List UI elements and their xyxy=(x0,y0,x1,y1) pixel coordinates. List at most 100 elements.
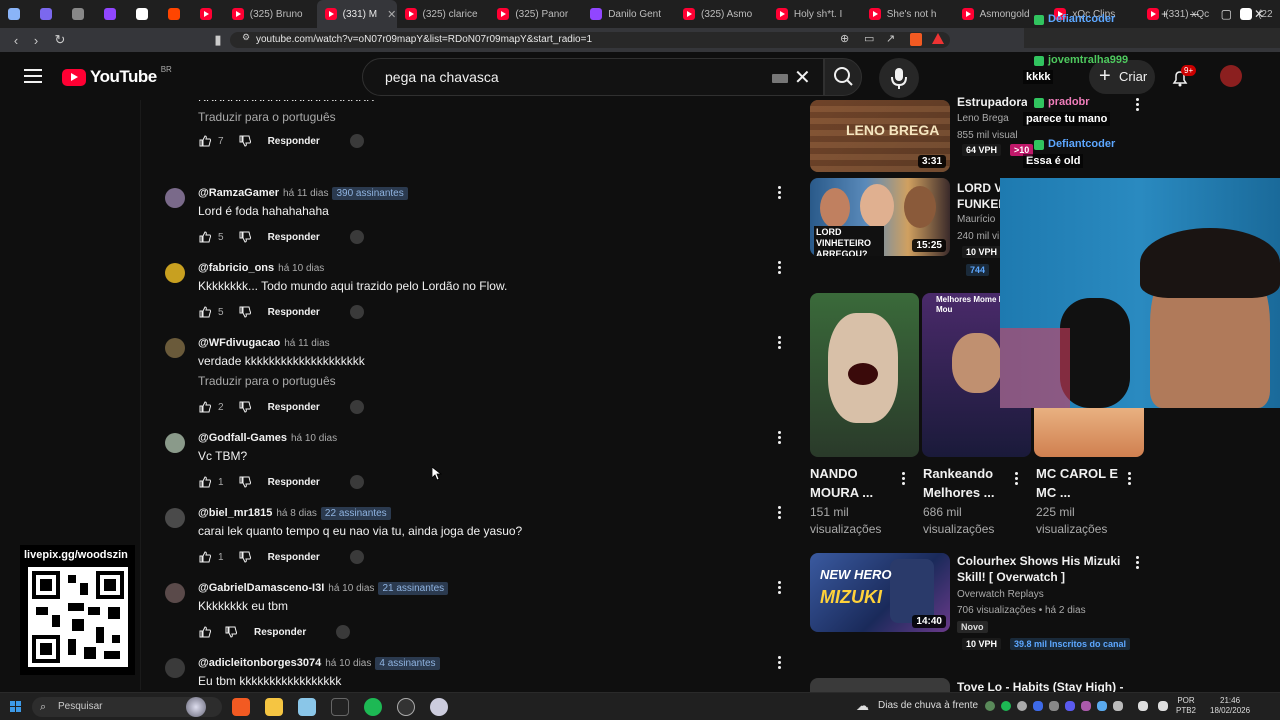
dislike-icon[interactable] xyxy=(238,305,252,319)
tray-icon[interactable] xyxy=(1097,701,1107,711)
windows-start-icon[interactable] xyxy=(10,701,22,713)
comment-author[interactable]: @fabricio_ons xyxy=(198,262,274,274)
zoom-icon[interactable]: ⊕ xyxy=(840,32,849,45)
comment-avatar[interactable] xyxy=(165,508,185,528)
comment-date[interactable]: há 10 dias xyxy=(325,658,371,669)
comment-avatar[interactable] xyxy=(165,263,185,283)
comment-author[interactable]: @RamzaGamer xyxy=(198,187,279,199)
browser-tab[interactable]: Asmongold xyxy=(954,0,1047,28)
video-thumbnail-4[interactable] xyxy=(810,678,950,692)
browser-tab[interactable]: She's not h xyxy=(861,0,954,28)
weather-text[interactable]: Dias de chuva à frente xyxy=(878,700,978,711)
comment-date[interactable]: há 8 dias xyxy=(276,508,317,519)
keyboard-icon[interactable] xyxy=(772,74,788,83)
cast-icon[interactable]: ▭ xyxy=(864,32,874,45)
browser-tab[interactable] xyxy=(0,0,32,28)
comment-author[interactable]: @Godfall-Games xyxy=(198,432,287,444)
share-icon[interactable]: ↗ xyxy=(886,32,895,45)
brave-rewards-icon[interactable] xyxy=(932,33,944,44)
tab-close-icon[interactable]: ✕ xyxy=(387,8,396,21)
comment-avatar[interactable] xyxy=(165,658,185,678)
reply-button[interactable]: Responder xyxy=(268,552,320,563)
bookmark-icon[interactable]: ▮ xyxy=(208,32,228,48)
brave-shield-icon[interactable] xyxy=(910,33,922,46)
short-menu-icon[interactable] xyxy=(1128,472,1132,486)
terminal-icon[interactable] xyxy=(331,698,349,716)
video-title[interactable]: Colourhex Shows His Mizuki Skill! [ Over… xyxy=(957,553,1129,585)
comment-menu-icon[interactable] xyxy=(778,656,782,670)
dislike-icon[interactable] xyxy=(238,400,252,414)
clock[interactable]: 21:46 18/02/2026 xyxy=(1210,696,1250,716)
search-highlight-icon[interactable] xyxy=(186,697,206,717)
short-title[interactable]: NANDO MOURA ... xyxy=(810,464,900,502)
video-channel[interactable]: Overwatch Replays xyxy=(957,587,1044,603)
app-icon-2[interactable] xyxy=(430,698,448,716)
comment-menu-icon[interactable] xyxy=(778,506,782,520)
comment-author[interactable]: @biel_mr1815 xyxy=(198,507,272,519)
video-menu-icon[interactable] xyxy=(1136,98,1140,112)
comment-avatar[interactable] xyxy=(165,583,185,603)
comment-author[interactable]: @WFdivugacao xyxy=(198,337,280,349)
dislike-icon[interactable] xyxy=(238,134,252,148)
tray-icon[interactable] xyxy=(1081,701,1091,711)
tray-icon[interactable] xyxy=(1049,701,1059,711)
minimize-button[interactable]: ─ xyxy=(1190,7,1199,21)
browser-tab[interactable] xyxy=(32,0,64,28)
comment-date[interactable]: há 11 dias xyxy=(283,188,328,199)
comment-author[interactable]: @GabrielDamasceno-I3I xyxy=(198,582,324,594)
browser-tab[interactable]: (325) Bruno xyxy=(224,0,317,28)
tray-icon[interactable] xyxy=(1001,701,1011,711)
dislike-icon[interactable] xyxy=(238,230,252,244)
language-indicator[interactable]: POR PTB2 xyxy=(1176,696,1196,716)
browser-tab[interactable]: (331) M ✕ xyxy=(316,0,397,28)
comment-menu-icon[interactable] xyxy=(778,581,782,595)
like-icon[interactable] xyxy=(198,230,212,244)
tray-icon[interactable] xyxy=(985,701,995,711)
comment-avatar[interactable] xyxy=(165,338,185,358)
tray-icon[interactable] xyxy=(1113,701,1123,711)
video-title[interactable]: Estrupadora xyxy=(957,94,1027,110)
like-icon[interactable] xyxy=(198,625,212,639)
voice-search-button[interactable] xyxy=(879,58,919,98)
comment-menu-icon[interactable] xyxy=(778,186,782,200)
comment-menu-icon[interactable] xyxy=(778,431,782,445)
close-window-button[interactable]: ✕ xyxy=(1254,7,1264,21)
reply-button[interactable]: Responder xyxy=(268,232,320,243)
reply-button[interactable]: Responder xyxy=(254,627,306,638)
browser-tab[interactable] xyxy=(160,0,192,28)
video-channel[interactable]: Leno Brega xyxy=(957,111,1009,127)
tray-icon[interactable] xyxy=(1017,701,1027,711)
browser-tab[interactable] xyxy=(128,0,160,28)
menu-icon[interactable] xyxy=(24,69,42,83)
video-title[interactable]: LORD VI FUNKEIR xyxy=(957,180,1001,212)
youtube-logo[interactable]: YouTube BR xyxy=(62,65,172,87)
site-info-icon[interactable]: ⚙ xyxy=(236,32,256,43)
video-thumbnail-2[interactable]: LORD VINHETEIRO ARREGOU? 15:25 xyxy=(810,178,950,256)
clear-search-icon[interactable]: ✕ xyxy=(794,65,811,90)
account-avatar[interactable] xyxy=(1220,65,1242,87)
browser-tab[interactable] xyxy=(64,0,96,28)
dislike-icon[interactable] xyxy=(238,475,252,489)
reply-button[interactable]: Responder xyxy=(268,477,320,488)
browser-tab[interactable]: Holy sh*t. I xyxy=(768,0,861,28)
wifi-icon[interactable] xyxy=(1138,701,1148,711)
comment-date[interactable]: há 11 dias xyxy=(284,338,329,349)
short-thumbnail-1[interactable] xyxy=(810,293,919,457)
spotify-icon[interactable] xyxy=(364,698,382,716)
browser-tab[interactable]: (325) clarice xyxy=(397,0,490,28)
forward-icon[interactable]: › xyxy=(26,33,46,48)
obs-icon[interactable] xyxy=(397,698,415,716)
like-icon[interactable] xyxy=(198,400,212,414)
like-icon[interactable] xyxy=(198,134,212,148)
comment-menu-icon[interactable] xyxy=(778,261,782,275)
translate-link[interactable]: Traduzir para o português xyxy=(198,110,336,124)
comment-author[interactable]: @adicleitonborges3074 xyxy=(198,657,321,669)
like-icon[interactable] xyxy=(198,550,212,564)
video-thumbnail-1[interactable]: LENO BREGA 3:31 xyxy=(810,100,950,172)
video-channel[interactable]: Maurício xyxy=(957,212,1001,228)
video-thumbnail-3[interactable]: NEW HERO MIZUKI 14:40 xyxy=(810,553,950,632)
reply-button[interactable]: Responder xyxy=(268,307,320,318)
app-icon[interactable] xyxy=(298,698,316,716)
short-menu-icon[interactable] xyxy=(902,472,906,486)
browser-tab[interactable] xyxy=(96,0,128,28)
